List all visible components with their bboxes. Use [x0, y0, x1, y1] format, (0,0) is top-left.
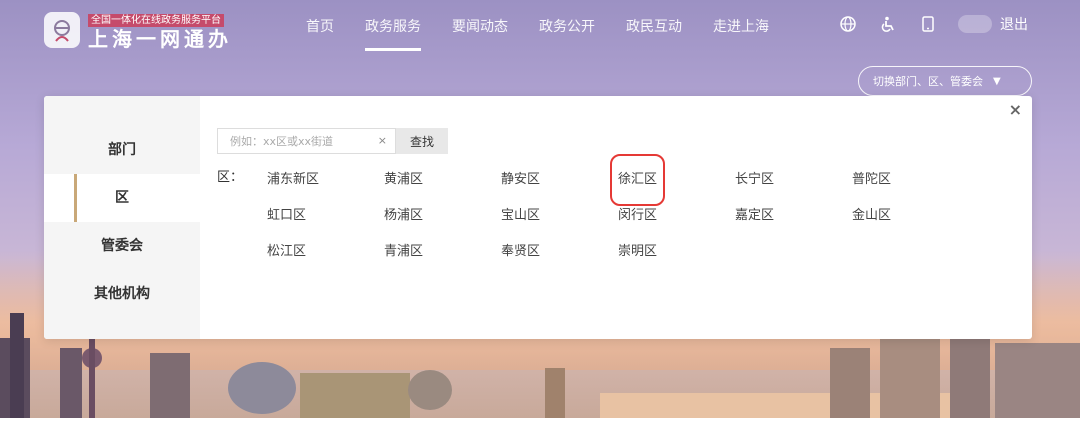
globe-icon[interactable] [838, 14, 858, 34]
district-content: × × 查找 区： 浦东新区 黄浦区 静安区 徐汇区 长宁区 普陀区 虹口区 杨… [200, 96, 1032, 339]
district-item-minhang[interactable]: 闵行区 [618, 198, 735, 234]
district-item-hongkou[interactable]: 虹口区 [267, 198, 384, 234]
logo-emblem-icon [44, 11, 80, 48]
district-item-jingan[interactable]: 静安区 [501, 162, 618, 198]
district-search: × 查找 [217, 128, 1032, 154]
district-item-qingpu[interactable]: 青浦区 [384, 234, 501, 270]
logo-text: 全国一体化在线政务服务平台 上海一网通办 [88, 8, 232, 51]
district-name: 松江区 [267, 244, 307, 259]
district-item-putuo[interactable]: 普陀区 [852, 162, 969, 198]
nav-item-public-affairs[interactable]: 政务公开 [539, 16, 595, 36]
org-type-sidebar: 部门 区 管委会 其他机构 [44, 96, 200, 339]
district-item-chongming[interactable]: 崇明区 [618, 234, 735, 270]
nav-item-gov-services[interactable]: 政务服务 [365, 16, 421, 51]
district-label: 区： [217, 170, 244, 185]
header-tools: 退出 [838, 14, 1028, 34]
district-item-pudong[interactable]: 浦东新区 [267, 162, 384, 198]
page-bottom-strip [0, 418, 1080, 423]
switch-org-dropdown[interactable]: 切换部门、区、管委会 ▼ [858, 66, 1032, 96]
district-name: 长宁区 [735, 172, 775, 187]
logout-link[interactable]: 退出 [1000, 14, 1028, 34]
district-list-section: 区： 浦东新区 黄浦区 静安区 徐汇区 长宁区 普陀区 虹口区 杨浦区 宝山区 … [217, 154, 1032, 270]
user-avatar[interactable] [958, 15, 992, 33]
district-item-huangpu[interactable]: 黄浦区 [384, 162, 501, 198]
nav-item-interaction[interactable]: 政民互动 [626, 16, 682, 36]
district-name: 徐汇区 [609, 154, 666, 206]
district-item-yangpu[interactable]: 杨浦区 [384, 198, 501, 234]
district-grid: 浦东新区 黄浦区 静安区 徐汇区 长宁区 普陀区 虹口区 杨浦区 宝山区 闵行区… [267, 154, 969, 270]
sidebar-item-districts[interactable]: 区 [44, 174, 200, 222]
district-item-songjiang[interactable]: 松江区 [267, 234, 384, 270]
mobile-icon[interactable] [918, 14, 938, 34]
district-name: 嘉定区 [735, 208, 775, 223]
logo-title: 上海一网通办 [88, 27, 232, 51]
sidebar-item-other-orgs[interactable]: 其他机构 [44, 270, 200, 318]
main-nav: 首页 政务服务 要闻动态 政务公开 政民互动 走进上海 [306, 16, 800, 51]
district-name: 闵行区 [618, 208, 658, 223]
district-item-xuhui[interactable]: 徐汇区 [609, 154, 735, 206]
district-name: 青浦区 [384, 244, 424, 259]
nav-item-home[interactable]: 首页 [306, 16, 334, 36]
district-item-jinshan[interactable]: 金山区 [852, 198, 969, 234]
district-name: 黄浦区 [384, 172, 424, 187]
district-item-fengxian[interactable]: 奉贤区 [501, 234, 618, 270]
nav-item-shanghai[interactable]: 走进上海 [713, 16, 769, 36]
nav-item-news[interactable]: 要闻动态 [452, 16, 508, 36]
sidebar-item-committees[interactable]: 管委会 [44, 222, 200, 270]
district-name: 虹口区 [267, 208, 307, 223]
logo-subtitle: 全国一体化在线政务服务平台 [88, 14, 224, 27]
district-item-changning[interactable]: 长宁区 [735, 162, 852, 198]
district-name: 崇明区 [618, 244, 658, 259]
district-item-baoshan[interactable]: 宝山区 [501, 198, 618, 234]
district-name: 奉贤区 [501, 244, 541, 259]
accessibility-icon[interactable] [878, 14, 898, 34]
switch-org-label: 切换部门、区、管委会 [873, 75, 983, 88]
chevron-down-icon: ▼ [993, 75, 1001, 87]
clear-icon[interactable]: × [378, 134, 387, 147]
search-button[interactable]: 查找 [396, 128, 448, 154]
site-logo[interactable]: 全国一体化在线政务服务平台 上海一网通办 [44, 8, 232, 51]
close-icon[interactable]: × [1009, 100, 1022, 119]
district-name: 普陀区 [852, 172, 892, 187]
district-name: 静安区 [501, 172, 541, 187]
org-selector-panel: 部门 区 管委会 其他机构 × × 查找 区： 浦东新区 黄浦区 静安区 徐汇区… [44, 96, 1032, 339]
district-name: 杨浦区 [384, 208, 424, 223]
district-name: 金山区 [852, 208, 892, 223]
district-item-jiading[interactable]: 嘉定区 [735, 198, 852, 234]
district-name: 浦东新区 [267, 172, 320, 187]
search-box: × [217, 128, 396, 154]
district-name: 宝山区 [501, 208, 541, 223]
search-input[interactable] [230, 134, 370, 148]
sidebar-item-departments[interactable]: 部门 [44, 126, 200, 174]
